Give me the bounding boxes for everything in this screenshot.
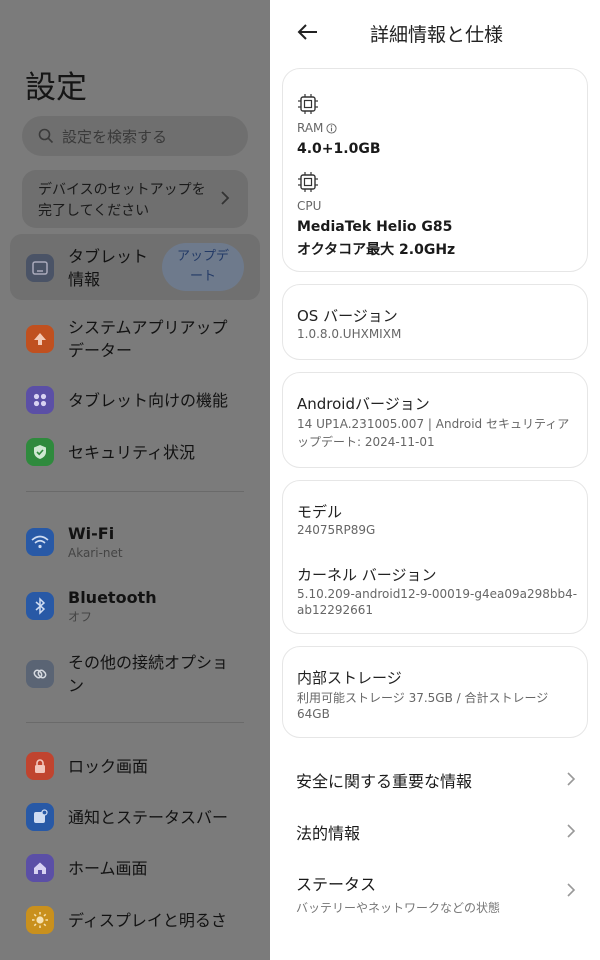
android-version-label: Androidバージョン <box>297 395 430 413</box>
detail-title: 詳細情報と仕様 <box>370 24 504 46</box>
android-version-line1: 14 UP1A.231005.007 | Android セキュリティア <box>297 417 570 431</box>
item-label-line2: データー <box>68 341 133 360</box>
chevron-right-icon <box>567 772 576 786</box>
bluetooth-icon <box>26 591 54 620</box>
sidebar-item-lock-screen[interactable]: ロック画面 <box>26 752 148 780</box>
item-label: タブレット <box>68 247 149 266</box>
kernel-label: カーネル バージョン <box>297 566 437 584</box>
os-version-label: OS バージョン <box>297 307 398 325</box>
ram-value: 4.0+1.0GB <box>297 141 381 157</box>
os-version-value: 1.0.8.0.UHXMIXM <box>297 327 402 341</box>
item-label-line2: ン <box>68 676 85 695</box>
shield-check-icon <box>26 438 54 466</box>
wifi-icon <box>26 527 54 556</box>
android-version-line2: ップデート: 2024-11-01 <box>297 435 435 449</box>
model-label: モデル <box>297 503 343 521</box>
sidebar-item-notifications[interactable]: 通知とステータスバー <box>26 803 228 831</box>
sidebar-item-wifi[interactable]: Wi-Fi Akari-net <box>26 522 123 561</box>
arrow-up-icon <box>26 325 54 353</box>
storage-value-line2: 64GB <box>297 707 330 721</box>
item-label: Bluetooth <box>68 588 157 607</box>
sidebar-item-tablet-features[interactable]: タブレット向けの機能 <box>26 386 228 414</box>
divider <box>26 722 244 723</box>
sidebar-item-tablet-info[interactable]: タブレット 情報 <box>26 245 148 291</box>
setup-text-line1: デバイスのセットアップを <box>38 182 206 198</box>
info-icon[interactable] <box>326 122 337 134</box>
item-label: セキュリティ状況 <box>68 442 196 462</box>
item-label-line2: 情報 <box>68 270 101 289</box>
home-icon <box>26 854 54 882</box>
search-placeholder: 設定を検索する <box>62 127 168 146</box>
lock-icon <box>26 752 54 780</box>
safety-info-link[interactable]: 安全に関する重要な情報 <box>296 768 576 792</box>
link-icon <box>26 660 54 688</box>
sidebar-item-security-status[interactable]: セキュリティ状況 <box>26 438 195 466</box>
link-sub: バッテリーやネットワークなどの状態 <box>296 901 501 915</box>
status-link[interactable]: ステータス バッテリーやネットワークなどの状態 <box>296 871 576 915</box>
tablet-icon <box>26 254 54 282</box>
update-label-line2: ート <box>189 269 216 284</box>
page-title: 設定 <box>25 70 87 106</box>
item-sub: Akari-net <box>68 546 123 560</box>
ram-label: RAM <box>297 121 324 135</box>
item-label: 通知とステータスバー <box>68 807 229 827</box>
item-label: ディスプレイと明るさ <box>68 910 227 930</box>
cpu-value-line2: オクタコア最大 2.0GHz <box>297 242 456 258</box>
update-label-line1: アップデ <box>176 249 229 264</box>
model-kernel-card: モデル 24075RP89G カーネル バージョン 5.10.209-andro… <box>282 480 588 634</box>
sidebar-item-other-connections[interactable]: その他の接続オプショ ン <box>26 651 228 697</box>
item-label: ホーム画面 <box>68 858 148 878</box>
item-label: その他の接続オプショ <box>68 653 229 672</box>
back-arrow-icon[interactable] <box>296 20 320 44</box>
item-label: システムアプリアップ <box>68 318 228 337</box>
search-icon <box>38 128 54 144</box>
item-sub: オフ <box>68 610 93 624</box>
android-version-card[interactable]: Androidバージョン 14 UP1A.231005.007 | Androi… <box>282 372 588 468</box>
link-title: 安全に関する重要な情報 <box>296 772 473 791</box>
sidebar-item-home-screen[interactable]: ホーム画面 <box>26 854 148 882</box>
item-label: Wi-Fi <box>68 524 115 543</box>
os-version-card[interactable]: OS バージョン 1.0.8.0.UHXMIXM <box>282 284 588 360</box>
link-title: ステータス <box>296 875 377 894</box>
detail-panel: 詳細情報と仕様 RAM 4.0+1.0GB CPU MediaTek Helio… <box>270 0 600 960</box>
cpu-value-line1: MediaTek Helio G85 <box>297 219 453 235</box>
legal-info-link[interactable]: 法的情報 <box>296 820 576 844</box>
sidebar-item-display[interactable]: ディスプレイと明るさ <box>26 906 227 934</box>
sun-icon <box>26 906 54 934</box>
sidebar-item-system-app-updater[interactable]: システムアプリアップ データー <box>26 316 228 362</box>
link-title: 法的情報 <box>296 824 361 843</box>
search-input[interactable]: 設定を検索する <box>22 116 248 156</box>
chip-icon <box>298 172 318 192</box>
hardware-card: RAM 4.0+1.0GB CPU MediaTek Helio G85 オクタ… <box>282 68 588 272</box>
grid-icon <box>26 386 54 414</box>
storage-label: 内部ストレージ <box>297 669 402 687</box>
model-value: 24075RP89G <box>297 523 376 537</box>
chevron-right-icon <box>567 824 576 838</box>
divider <box>26 491 244 492</box>
update-button[interactable]: アップデ ート <box>162 243 244 291</box>
storage-card[interactable]: 内部ストレージ 利用可能ストレージ 37.5GB / 合計ストレージ 64GB <box>282 646 588 738</box>
setup-text-line2: 完了してください <box>38 203 150 219</box>
item-label: タブレット向けの機能 <box>68 390 229 410</box>
kernel-value-line2: ab12292661 <box>297 603 374 617</box>
item-label: ロック画面 <box>68 756 149 776</box>
settings-list-panel: 設定 設定を検索する デバイスのセットアップを 完了してください タブレット 情… <box>0 0 270 960</box>
setup-banner[interactable]: デバイスのセットアップを 完了してください <box>22 170 248 228</box>
storage-value-line1: 利用可能ストレージ 37.5GB / 合計ストレージ <box>297 691 549 705</box>
chip-icon <box>298 94 318 114</box>
cpu-label: CPU <box>297 199 322 213</box>
chevron-right-icon <box>221 191 230 205</box>
notification-icon <box>26 803 54 831</box>
sidebar-item-bluetooth[interactable]: Bluetooth オフ <box>26 586 157 625</box>
chevron-right-icon <box>567 883 576 897</box>
